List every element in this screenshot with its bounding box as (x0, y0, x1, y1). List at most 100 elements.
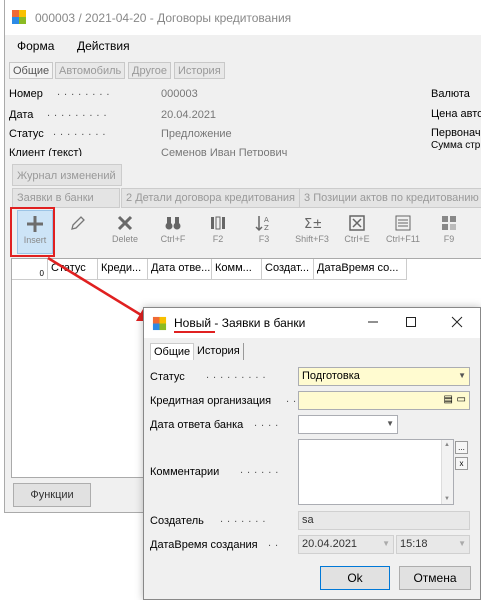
tiles-button[interactable]: F9 (435, 210, 463, 257)
tab-act-positions-label: Позиции актов по кредитованию (313, 192, 479, 204)
sort-az-icon: AZ (255, 216, 269, 232)
main-window-titlebar: 000003 / 2021-04-20 - Договоры кредитова… (5, 0, 481, 35)
binoculars-icon (165, 217, 181, 230)
grid-col-comments[interactable]: Комм... (212, 259, 262, 280)
grid-toolbar: Insert Delete Ctrl+F F2 AZ F3 Σ± Shift+F… (9, 210, 481, 257)
functions-button[interactable]: Функции (13, 483, 91, 507)
price-label: Цена авто (431, 108, 481, 120)
bank-request-dialog: Новый - Заявки в банки Общие История Ста… (143, 307, 481, 600)
grid-col-answer-date[interactable]: Дата отве... (148, 259, 212, 280)
credit-org-input[interactable]: ▤ ▭ (298, 391, 470, 410)
client-label: Клиент (текст) (9, 147, 83, 159)
chevron-down-icon: ▼ (458, 371, 466, 380)
find-button[interactable]: Ctrl+F (153, 210, 193, 257)
tab-general[interactable]: Общие (9, 62, 54, 79)
detail-tabs: Журнал изменений Заявки в банки 2 Детали… (9, 164, 481, 209)
comments-scrollbar[interactable]: ▲ ▼ (441, 440, 453, 504)
delete-button[interactable]: Delete (107, 210, 143, 257)
close-button[interactable] (446, 312, 468, 334)
sum-label: Сумма стр (431, 140, 481, 151)
comments-label-text: Комментарии (150, 466, 220, 478)
chevron-down-icon: ▼ (458, 539, 466, 548)
export-button[interactable]: Ctrl+E (339, 210, 375, 257)
status-label: Статус (9, 128, 44, 140)
dialog-titlebar: Новый - Заявки в банки (144, 308, 480, 338)
columns-button[interactable]: F2 (203, 210, 233, 257)
menu-form[interactable]: Форма (17, 39, 54, 53)
tab-act-positions[interactable]: 3 Позиции актов по кредитованию (299, 188, 481, 208)
grid-col-creator[interactable]: Создат... (262, 259, 314, 280)
created-date-field: 20.04.2021 ▼ (298, 535, 394, 554)
grid-col-status[interactable]: Статус (48, 259, 98, 280)
list-icon (395, 215, 411, 231)
delete-x-icon (117, 215, 133, 231)
tab-car[interactable]: Автомобиль (55, 62, 126, 79)
tab-other[interactable]: Другое (128, 62, 171, 79)
cancel-button[interactable]: Отмена (399, 566, 471, 590)
date-value: 20.04.2021 (161, 109, 217, 121)
totals-label: Shift+F3 (295, 234, 329, 244)
number-value: 000003 (161, 88, 198, 100)
maximize-icon (406, 317, 416, 327)
dialog-title-separator: - (211, 316, 222, 330)
dialog-title-rest: Заявки в банки (221, 316, 306, 330)
grid-col-credit[interactable]: Креди... (98, 259, 148, 280)
date-dots: ......... (47, 107, 111, 119)
title-annotation-underline (174, 331, 215, 333)
first-payment-label: Первонач (431, 127, 481, 139)
grid-row-indicator: 0 (12, 259, 48, 280)
clear-button[interactable]: x (455, 457, 468, 470)
ok-button[interactable]: Ok (320, 566, 390, 590)
grid-header: 0 Статус Креди... Дата отве... Комм... С… (12, 259, 407, 280)
open-form-icon[interactable]: ▭ (457, 394, 466, 405)
insert-button[interactable]: Insert (17, 210, 53, 254)
menu-actions[interactable]: Действия (77, 39, 130, 53)
menu-bar: Форма Действия (5, 35, 481, 57)
tab-credit-details[interactable]: 2 Детали договора кредитования (121, 188, 301, 208)
status-select[interactable]: Подготовка ▼ (298, 367, 470, 386)
comments-dots: ...... (240, 464, 283, 476)
tab-journal[interactable]: Журнал изменений (12, 164, 122, 186)
tab-credit-details-number: 2 (126, 192, 133, 204)
scroll-down-icon[interactable]: ▼ (444, 496, 450, 502)
dialog-tab-general[interactable]: Общие (150, 343, 195, 360)
answer-date-dots: .... (254, 417, 283, 429)
svg-text:A: A (264, 216, 269, 224)
date-label: Дата (9, 109, 34, 121)
created-date-value: 20.04.2021 (302, 538, 358, 550)
chevron-down-icon: ▼ (386, 419, 394, 428)
tab-bank-requests[interactable]: Заявки в банки (12, 188, 120, 208)
minimize-button[interactable] (362, 312, 384, 334)
sort-label: F3 (258, 234, 270, 244)
tab-credit-details-label: Детали договора кредитования (135, 192, 296, 204)
answer-date-label: Дата ответа банка.... (150, 417, 278, 431)
sum-icon: Σ± (304, 217, 321, 232)
tab-history[interactable]: История (174, 62, 225, 79)
credit-org-label: Кредитная организация.. (150, 393, 296, 407)
status-select-value: Подготовка (302, 370, 360, 382)
grid-col-created[interactable]: ДатаВремя со... (314, 259, 407, 280)
plus-icon (27, 216, 43, 232)
tiles-icon (442, 216, 456, 230)
answer-date-input[interactable]: ▼ (298, 415, 398, 434)
dialog-title: Новый - Заявки в банки (174, 316, 305, 330)
app-icon (12, 10, 26, 24)
ellipsis-button[interactable]: ... (455, 441, 468, 454)
maximize-button[interactable] (400, 312, 422, 334)
columns-icon (211, 216, 225, 230)
pencil-icon (71, 216, 85, 230)
delete-label: Delete (111, 234, 138, 244)
chevron-down-icon: ▼ (382, 539, 390, 548)
totals-button[interactable]: Σ± Shift+F3 (289, 210, 335, 257)
dialog-tab-history[interactable]: История (194, 343, 244, 360)
comments-label: Комментарии...... (150, 464, 278, 478)
insert-label: Insert (23, 235, 47, 245)
sort-button[interactable]: AZ F3 (249, 210, 279, 257)
scroll-up-icon[interactable]: ▲ (444, 442, 450, 448)
number-dots: ........ (57, 86, 114, 98)
list-button[interactable]: Ctrl+F11 (381, 210, 425, 257)
lookup-icon[interactable]: ▤ (444, 394, 453, 405)
credit-org-label-text: Кредитная организация (150, 395, 272, 407)
edit-button[interactable] (65, 210, 91, 257)
comments-textarea[interactable]: ▲ ▼ (298, 439, 454, 505)
